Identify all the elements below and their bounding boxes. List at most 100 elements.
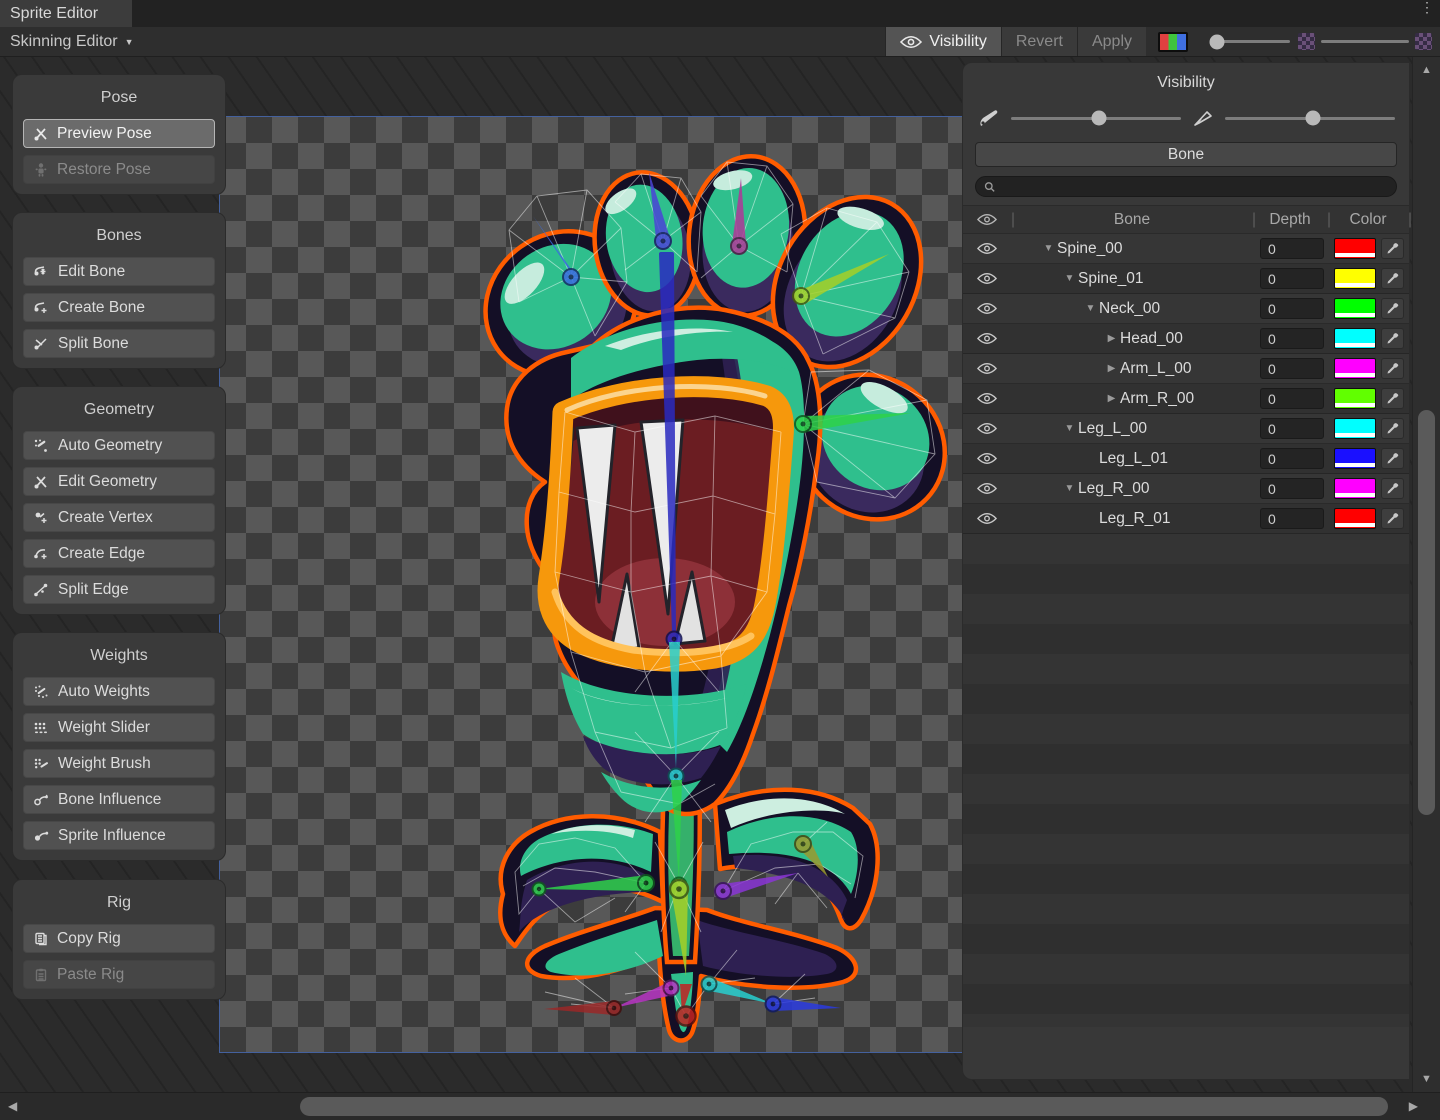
bone-opacity-slider[interactable] bbox=[1011, 117, 1181, 120]
bone-color-swatch[interactable] bbox=[1334, 358, 1376, 379]
eyedropper-button[interactable] bbox=[1381, 358, 1404, 379]
bone-row[interactable]: Leg_L_01 0 bbox=[963, 444, 1409, 474]
kebab-menu-icon[interactable]: ⋮ bbox=[1420, 4, 1426, 10]
bone-visibility-toggle[interactable] bbox=[963, 362, 1011, 375]
bone-visibility-toggle[interactable] bbox=[963, 422, 1011, 435]
scroll-up-icon[interactable]: ▲ bbox=[1413, 64, 1440, 76]
bone-visibility-toggle[interactable] bbox=[963, 512, 1011, 525]
column-depth[interactable]: Depth bbox=[1253, 211, 1327, 229]
split-bone-button[interactable]: Split Bone bbox=[23, 329, 215, 358]
depth-field[interactable]: 0 bbox=[1260, 298, 1324, 319]
bone-row[interactable]: ▼Spine_00 0 bbox=[963, 234, 1409, 264]
vertical-scrollbar-thumb[interactable] bbox=[1418, 410, 1435, 815]
bone-name[interactable]: Leg_L_01 bbox=[1099, 450, 1168, 468]
copy-rig-button[interactable]: Copy Rig bbox=[23, 924, 215, 953]
bone-row[interactable]: ▶Arm_R_000 bbox=[963, 384, 1409, 414]
depth-field[interactable]: 0 bbox=[1260, 418, 1324, 439]
eyedropper-button[interactable] bbox=[1381, 418, 1404, 439]
horizontal-scrollbar[interactable]: ◀ ▶ bbox=[0, 1092, 1440, 1120]
bone-opacity-handle[interactable] bbox=[1092, 111, 1107, 126]
bone-name[interactable]: Leg_L_00 bbox=[1078, 420, 1147, 438]
paste-rig-button[interactable]: Paste Rig bbox=[23, 960, 215, 989]
depth-field[interactable]: 0 bbox=[1260, 238, 1324, 259]
depth-field[interactable]: 0 bbox=[1260, 268, 1324, 289]
depth-field[interactable]: 0 bbox=[1260, 328, 1324, 349]
bone-row[interactable]: ▼Spine_01 0 bbox=[963, 264, 1409, 294]
sprite-influence-button[interactable]: Sprite Influence bbox=[23, 821, 215, 850]
mesh-opacity-slider[interactable] bbox=[1225, 117, 1395, 120]
weight-slider-button[interactable]: Weight Slider bbox=[23, 713, 215, 742]
revert-button[interactable]: Revert bbox=[1001, 27, 1077, 56]
bone-visibility-toggle[interactable] bbox=[963, 392, 1011, 405]
eyedropper-button[interactable] bbox=[1381, 508, 1404, 529]
bone-row[interactable]: Leg_R_01 0 bbox=[963, 504, 1409, 534]
depth-field[interactable]: 0 bbox=[1260, 358, 1324, 379]
column-bone[interactable]: Bone bbox=[1012, 211, 1252, 229]
alpha-slider[interactable] bbox=[1212, 40, 1290, 43]
auto-geometry-button[interactable]: Auto Geometry bbox=[23, 431, 215, 460]
rgb-channels-button[interactable] bbox=[1158, 32, 1188, 52]
auto-weights-button[interactable]: Auto Weights bbox=[23, 677, 215, 706]
bone-search[interactable] bbox=[975, 176, 1397, 197]
bone-row[interactable]: ▶Arm_L_00 0 bbox=[963, 354, 1409, 384]
bone-search-input[interactable] bbox=[1001, 179, 1388, 194]
bone-visibility-toggle[interactable] bbox=[963, 482, 1011, 495]
create-vertex-button[interactable]: Create Vertex bbox=[23, 503, 215, 532]
tab-sprite-editor[interactable]: Sprite Editor bbox=[0, 0, 132, 27]
depth-field[interactable]: 0 bbox=[1260, 478, 1324, 499]
depth-field[interactable]: 0 bbox=[1260, 508, 1324, 529]
bone-color-swatch[interactable] bbox=[1334, 508, 1376, 529]
bone-name[interactable]: Spine_00 bbox=[1057, 240, 1123, 258]
expander-icon[interactable]: ▼ bbox=[1082, 303, 1099, 314]
eyedropper-button[interactable] bbox=[1381, 298, 1404, 319]
bone-name[interactable]: Head_00 bbox=[1120, 330, 1183, 348]
bone-name[interactable]: Neck_00 bbox=[1099, 300, 1160, 318]
mesh-opacity-handle[interactable] bbox=[1306, 111, 1321, 126]
alpha-slider-handle[interactable] bbox=[1209, 34, 1224, 49]
bone-name[interactable]: Leg_R_00 bbox=[1078, 480, 1150, 498]
vertical-scrollbar[interactable]: ▲ ▼ bbox=[1412, 57, 1440, 1092]
preview-pose-button[interactable]: Preview Pose bbox=[23, 119, 215, 148]
bone-color-swatch[interactable] bbox=[1334, 238, 1376, 259]
expander-icon[interactable]: ▼ bbox=[1061, 273, 1078, 284]
eyedropper-button[interactable] bbox=[1381, 478, 1404, 499]
bone-name[interactable]: Arm_R_00 bbox=[1120, 390, 1194, 408]
split-edge-button[interactable]: Split Edge bbox=[23, 575, 215, 604]
eyedropper-button[interactable] bbox=[1381, 448, 1404, 469]
horizontal-scrollbar-thumb[interactable] bbox=[300, 1097, 1388, 1116]
expander-icon[interactable]: ▶ bbox=[1103, 333, 1120, 344]
column-color[interactable]: Color bbox=[1328, 211, 1408, 229]
eyedropper-button[interactable] bbox=[1381, 238, 1404, 259]
scroll-left-icon[interactable]: ◀ bbox=[8, 1099, 17, 1113]
create-edge-button[interactable]: Create Edge bbox=[23, 539, 215, 568]
bone-visibility-toggle[interactable] bbox=[963, 302, 1011, 315]
eyedropper-button[interactable] bbox=[1381, 388, 1404, 409]
bone-color-swatch[interactable] bbox=[1334, 478, 1376, 499]
expander-icon[interactable]: ▼ bbox=[1040, 243, 1057, 254]
bone-color-swatch[interactable] bbox=[1334, 388, 1376, 409]
tab-bone[interactable]: Bone bbox=[975, 142, 1397, 167]
bone-visibility-toggle[interactable] bbox=[963, 242, 1011, 255]
bone-color-swatch[interactable] bbox=[1334, 448, 1376, 469]
bone-visibility-toggle[interactable] bbox=[963, 272, 1011, 285]
bone-name[interactable]: Leg_R_01 bbox=[1099, 510, 1171, 528]
sprite-canvas[interactable] bbox=[219, 116, 962, 1053]
expander-icon[interactable]: ▼ bbox=[1061, 423, 1078, 434]
expander-icon[interactable]: ▶ bbox=[1103, 363, 1120, 374]
edit-geometry-button[interactable]: Edit Geometry bbox=[23, 467, 215, 496]
depth-field[interactable]: 0 bbox=[1260, 388, 1324, 409]
depth-field[interactable]: 0 bbox=[1260, 448, 1324, 469]
bone-color-swatch[interactable] bbox=[1334, 328, 1376, 349]
brightness-slider[interactable] bbox=[1321, 40, 1409, 43]
bone-row[interactable]: ▶Head_00 0 bbox=[963, 324, 1409, 354]
restore-pose-button[interactable]: Restore Pose bbox=[23, 155, 215, 184]
bone-color-swatch[interactable] bbox=[1334, 268, 1376, 289]
eyedropper-button[interactable] bbox=[1381, 328, 1404, 349]
visibility-toggle-button[interactable]: Visibility bbox=[885, 27, 1001, 56]
scroll-down-icon[interactable]: ▼ bbox=[1413, 1073, 1440, 1085]
edit-bone-button[interactable]: Edit Bone bbox=[23, 257, 215, 286]
expander-icon[interactable]: ▼ bbox=[1061, 483, 1078, 494]
bone-color-swatch[interactable] bbox=[1334, 298, 1376, 319]
bone-name[interactable]: Arm_L_00 bbox=[1120, 360, 1192, 378]
bone-name[interactable]: Spine_01 bbox=[1078, 270, 1144, 288]
